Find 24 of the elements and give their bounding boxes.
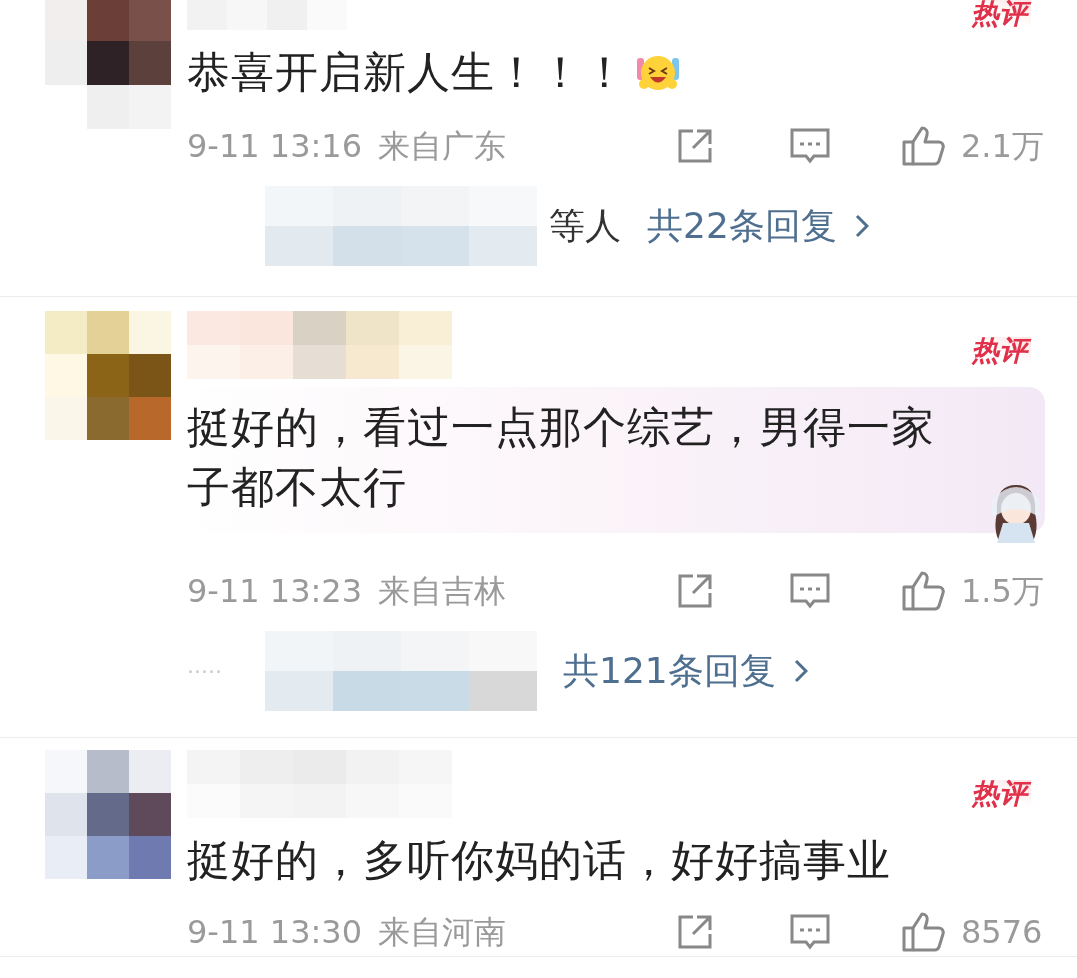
comment-text: 挺好的，看过一点那个综艺，男得一家子都不太行: [187, 401, 936, 514]
thumbs-up-icon[interactable]: [901, 911, 947, 953]
comment-time: 9-11 13:30: [187, 912, 362, 953]
thumbs-up-icon[interactable]: [901, 570, 947, 612]
like-count: 8576: [961, 912, 1044, 953]
comment-time: 9-11 13:16: [187, 126, 362, 167]
comment-icon[interactable]: [789, 571, 831, 611]
like-count: 1.5万: [961, 571, 1045, 612]
comment-location: 来自广东: [378, 126, 506, 167]
chevron-right-icon: [854, 214, 869, 238]
view-replies-link[interactable]: 共22条回复: [647, 199, 869, 253]
view-replies-link[interactable]: 共121条回复: [563, 644, 808, 698]
reply-names-text: 等人: [549, 204, 621, 248]
comment-location: 来自河南: [378, 912, 506, 953]
comment-icon[interactable]: [789, 912, 831, 952]
like-count: 2.1万: [961, 126, 1045, 167]
comment-text: 恭喜开启新人生！！！: [187, 46, 627, 99]
comment-location: 来自吉林: [378, 571, 506, 612]
comment-time: 9-11 13:23: [187, 571, 362, 612]
comment-icon[interactable]: [789, 126, 831, 166]
comment-text: 挺好的，多听你妈的话，好好搞事业: [187, 834, 891, 887]
ellipsis-dots: ·····: [187, 657, 223, 686]
chevron-right-icon: [793, 659, 808, 683]
thumbs-up-icon[interactable]: [901, 125, 947, 167]
